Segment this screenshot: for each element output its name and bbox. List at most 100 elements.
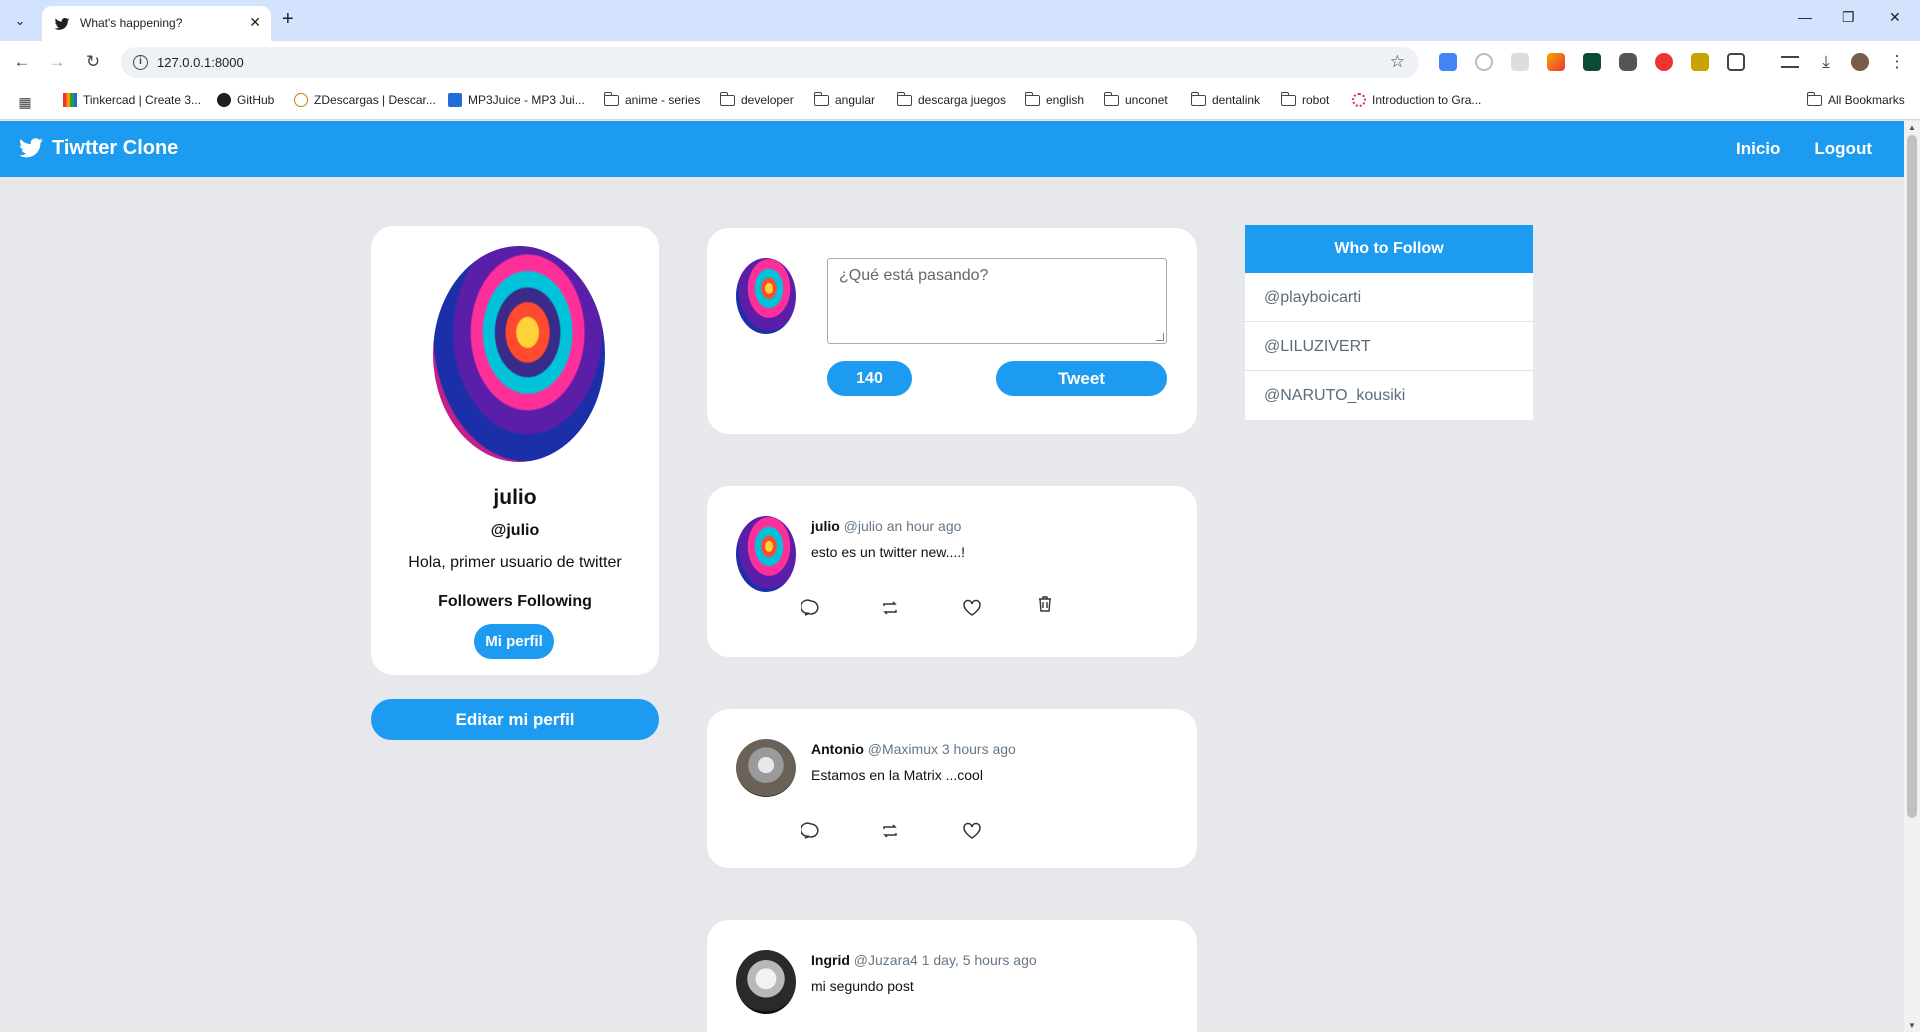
scroll-down-arrow-icon[interactable]: ▼: [1908, 1021, 1916, 1030]
reload-icon[interactable]: ↻: [82, 51, 104, 73]
translate-extension-icon[interactable]: [1439, 53, 1457, 71]
edit-profile-button[interactable]: Editar mi perfil: [371, 699, 659, 740]
bookmark-label: GitHub: [237, 93, 275, 107]
page-viewport: Tiwtter Clone Inicio Logout julio @julio…: [0, 121, 1904, 1032]
profile-avatar[interactable]: [1851, 53, 1869, 71]
nav-link-logout[interactable]: Logout: [1814, 139, 1872, 159]
retweet-icon[interactable]: [880, 821, 900, 841]
browser-tab[interactable]: What's happening? ✕: [42, 6, 271, 41]
bookmark-folder[interactable]: descarga juegos: [896, 91, 1006, 107]
twitter-bird-icon: [19, 138, 43, 158]
close-window-icon[interactable]: ✕: [1889, 9, 1901, 26]
brand-name: Tiwtter Clone: [52, 136, 179, 159]
twitter-bird-icon: [54, 18, 70, 30]
bookmark-label: anime - series: [625, 93, 701, 107]
like-heart-icon[interactable]: [962, 821, 982, 841]
extension-icon[interactable]: [1655, 53, 1673, 71]
tab-search-chevron-icon[interactable]: ⌄: [8, 9, 32, 33]
resize-handle-icon[interactable]: [1156, 333, 1164, 341]
download-icon[interactable]: ⤓: [1815, 51, 1837, 73]
scroll-up-arrow-icon[interactable]: ▲: [1908, 123, 1916, 132]
tweet-author-handle[interactable]: @julio: [844, 518, 883, 534]
all-bookmarks-folder[interactable]: All Bookmarks: [1806, 91, 1905, 107]
suggested-user[interactable]: @NARUTO_kousiki: [1245, 371, 1533, 420]
app-navbar: Tiwtter Clone Inicio Logout: [0, 121, 1904, 177]
who-to-follow-panel: Who to Follow @playboicarti @LILUZIVERT …: [1245, 225, 1533, 420]
bookmark-item[interactable]: MP3Juice - MP3 Jui...: [448, 93, 585, 107]
menu-dots-icon[interactable]: ⋮: [1886, 51, 1908, 73]
tweet-author-name[interactable]: julio: [811, 518, 840, 534]
bookmark-folder[interactable]: english: [1024, 91, 1084, 107]
brand-link[interactable]: Tiwtter Clone: [16, 135, 178, 161]
tweet-input[interactable]: ¿Qué está pasando?: [827, 258, 1167, 344]
retweet-icon[interactable]: [880, 598, 900, 618]
close-tab-icon[interactable]: ✕: [249, 14, 261, 31]
bookmark-folder[interactable]: angular: [813, 91, 875, 107]
color-picker-extension-icon[interactable]: [1547, 53, 1565, 71]
extension-icon[interactable]: [1475, 53, 1493, 71]
reply-icon[interactable]: [801, 821, 821, 841]
bookmark-label: ZDescargas | Descar...: [314, 93, 436, 107]
tweet-button[interactable]: Tweet: [996, 361, 1167, 396]
tweet-avatar[interactable]: [736, 739, 796, 797]
tweet-author-name[interactable]: Antonio: [811, 741, 864, 757]
bookmark-label: All Bookmarks: [1828, 93, 1905, 107]
delete-trash-icon[interactable]: [1035, 594, 1055, 614]
tweet-author-handle[interactable]: @Juzara4: [854, 952, 918, 968]
address-bar[interactable]: i 127.0.0.1:8000 ☆: [121, 47, 1419, 78]
suggested-user[interactable]: @playboicarti: [1245, 273, 1533, 322]
tweet-avatar[interactable]: [736, 516, 796, 592]
back-icon[interactable]: ←: [11, 51, 33, 73]
apps-grid-icon[interactable]: ▦: [14, 91, 36, 113]
tweet-author-name[interactable]: Ingrid: [811, 952, 850, 968]
my-profile-button[interactable]: Mi perfil: [474, 624, 554, 659]
bookmark-star-icon[interactable]: ☆: [1390, 52, 1405, 72]
extensions-puzzle-icon[interactable]: [1727, 53, 1745, 71]
folder-icon: [1806, 91, 1822, 106]
bookmark-item[interactable]: GitHub: [217, 93, 274, 107]
extension-icon[interactable]: [1511, 53, 1529, 71]
folder-icon: [1103, 91, 1119, 106]
nav-link-inicio[interactable]: Inicio: [1736, 139, 1780, 159]
extension-icon[interactable]: [1619, 53, 1637, 71]
like-heart-icon[interactable]: [962, 598, 982, 618]
bookmark-item[interactable]: ZDescargas | Descar...: [294, 93, 436, 107]
django-extension-icon[interactable]: [1583, 53, 1601, 71]
profile-avatar-skull: [433, 246, 605, 462]
minimize-icon[interactable]: —: [1798, 9, 1812, 25]
tweet-author-handle[interactable]: @Maximux: [868, 741, 938, 757]
bookmark-folder[interactable]: anime - series: [603, 91, 701, 107]
tab-title: What's happening?: [80, 16, 183, 30]
suggested-user[interactable]: @LILUZIVERT: [1245, 322, 1533, 371]
profile-card: julio @julio Hola, primer usuario de twi…: [371, 226, 659, 675]
nav-links: Inicio Logout: [1736, 139, 1872, 159]
new-tab-icon[interactable]: +: [282, 8, 294, 31]
bookmark-item[interactable]: Tinkercad | Create 3...: [63, 93, 201, 107]
bookmark-label: developer: [741, 93, 794, 107]
url-text[interactable]: 127.0.0.1:8000: [157, 55, 244, 70]
tweet-avatar[interactable]: [736, 950, 796, 1014]
bookmark-label: unconet: [1125, 93, 1168, 107]
compose-card: ¿Qué está pasando? 140 Tweet: [707, 228, 1197, 434]
bookmark-folder[interactable]: robot: [1280, 91, 1330, 107]
forward-icon[interactable]: →: [46, 51, 68, 73]
bookmark-folder[interactable]: developer: [719, 91, 794, 107]
reading-list-icon[interactable]: [1781, 56, 1799, 68]
site-info-icon[interactable]: i: [133, 55, 148, 70]
bookmark-folder[interactable]: dentalink: [1190, 91, 1260, 107]
scrollbar-thumb[interactable]: [1907, 135, 1917, 818]
page-scrollbar[interactable]: ▲ ▼: [1904, 121, 1920, 1032]
extension-icon[interactable]: [1691, 53, 1709, 71]
bookmark-label: Introduction to Gra...: [1372, 93, 1482, 107]
reply-icon[interactable]: [801, 598, 821, 618]
profile-bio: Hola, primer usuario de twitter: [408, 554, 622, 571]
bookmark-item[interactable]: Introduction to Gra...: [1352, 93, 1481, 107]
char-counter: 140: [827, 361, 912, 396]
tinkercad-icon: [63, 93, 77, 107]
followers-following[interactable]: Followers Following: [371, 593, 659, 611]
bookmark-folder[interactable]: unconet: [1103, 91, 1168, 107]
tweet-time: an hour ago: [886, 518, 962, 534]
restore-icon[interactable]: ❐: [1842, 9, 1855, 26]
github-icon: [217, 93, 231, 107]
bookmark-label: robot: [1302, 93, 1330, 107]
